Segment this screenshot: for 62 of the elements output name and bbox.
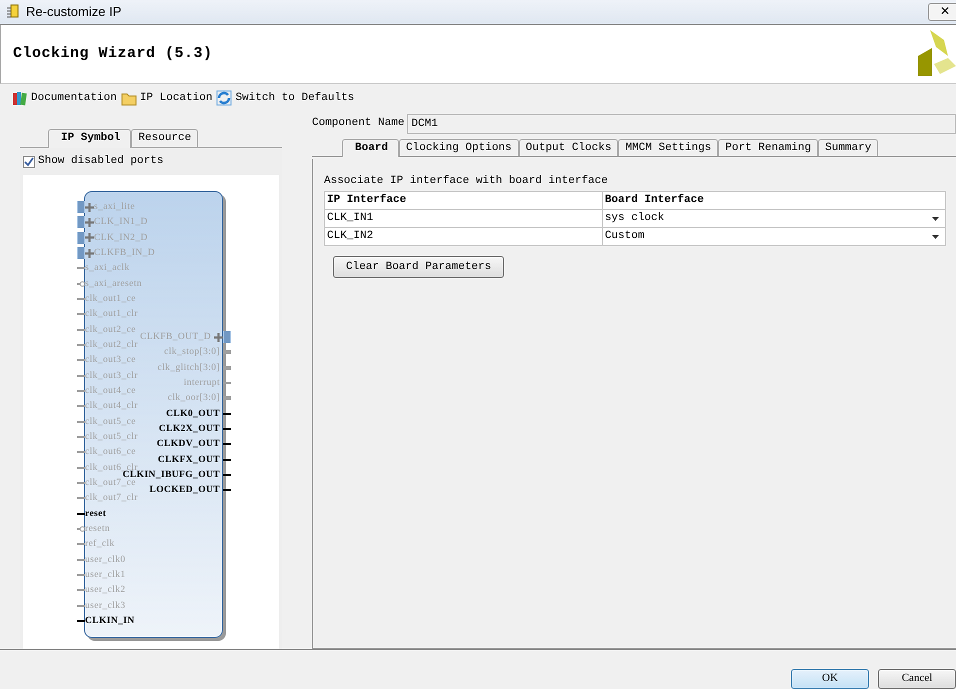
port-label: clk_out4_clr	[85, 400, 138, 414]
table-cell: CLK_IN2	[324, 228, 602, 246]
port-label: user_clk1	[85, 568, 126, 582]
port-label: CLK_IN2_D	[94, 232, 148, 245]
port-label: clk_out2_clr	[85, 338, 138, 352]
close-button[interactable]: ✕	[928, 3, 956, 21]
port-label: clk_out5_ce	[85, 416, 136, 429]
tab[interactable]: Summary	[818, 138, 878, 156]
port-label: CLKFX_OUT	[158, 454, 220, 467]
port-label: clk_out6_ce	[85, 446, 136, 460]
tab[interactable]: Output Clocks	[518, 138, 618, 156]
port-label: clk_stop[3:0]	[164, 346, 220, 360]
ok-button[interactable]: OK	[791, 668, 869, 688]
port-label: user_clk2	[85, 584, 126, 598]
port-label: clk_out3_clr	[85, 370, 138, 383]
port-label: resetn	[85, 522, 110, 536]
toolbar-link[interactable]: Switch to Defaults	[235, 90, 354, 106]
table-cell: CLK_IN1	[324, 210, 602, 228]
cancel-button[interactable]: Cancel	[878, 668, 956, 688]
port-label: clk_out7_clr	[85, 492, 138, 506]
port-label: clk_out4_ce	[85, 384, 136, 398]
port-label: clk_out1_clr	[85, 308, 138, 322]
port-label: CLK2X_OUT	[158, 423, 220, 436]
port-label: s_axi_aresetn	[85, 278, 142, 291]
port-label: CLKDV_OUT	[156, 438, 220, 452]
port-label: CLK0_OUT	[166, 408, 220, 421]
column-header: Board Interface	[602, 192, 946, 210]
tab[interactable]: Port Renaming	[718, 138, 818, 156]
wizard-title: Clocking Wizard (5.3)	[13, 45, 213, 63]
port-label: s_axi_lite	[94, 201, 135, 214]
port-label: clk_out5_clr	[85, 430, 138, 444]
port-label: CLKFB_IN_D	[94, 247, 156, 260]
port-label: user_clk3	[85, 600, 126, 613]
checkbox-label[interactable]: Show disabled ports	[38, 153, 164, 170]
section-caption: Associate IP interface with board interface	[324, 174, 609, 188]
tab[interactable]: MMCM Settings	[618, 138, 718, 156]
tab[interactable]: Board	[342, 138, 400, 156]
port-label: user_clk0	[85, 554, 126, 567]
clear-board-parameters-button[interactable]: Clear Board Parameters	[333, 256, 504, 278]
toolbar-link[interactable]: Documentation	[31, 90, 117, 106]
window-title: Re-customize IP	[26, 3, 122, 22]
port-label: clk_oor[3:0]	[168, 392, 220, 406]
port-label: clk_out1_ce	[85, 293, 136, 306]
port-label: clk_out2_ce	[85, 324, 136, 337]
column-header: IP Interface	[324, 192, 602, 210]
port-label: s_axi_aclk	[85, 262, 130, 276]
port-label: clk_out7_ce	[85, 478, 136, 490]
port-label: LOCKED_OUT	[149, 484, 220, 498]
port-label: CLK_IN1_D	[94, 216, 148, 230]
tab[interactable]: Resource	[131, 128, 198, 146]
tab[interactable]: IP Symbol	[48, 128, 132, 148]
port-label: interrupt	[184, 377, 220, 390]
tab[interactable]: Clocking Options	[399, 138, 519, 156]
toolbar-link[interactable]: IP Location	[140, 90, 212, 106]
port-label: clk_glitch[3:0]	[158, 362, 220, 375]
port-label: reset	[85, 508, 106, 521]
port-label: ref_clk	[85, 538, 115, 552]
port-label: CLKFB_OUT_D	[140, 331, 211, 344]
port-label: clk_out3_ce	[85, 354, 136, 368]
field-label: Component Name	[312, 116, 404, 132]
component-name-field[interactable]: DCM1	[407, 114, 956, 134]
port-label: CLKIN_IN	[85, 614, 135, 628]
